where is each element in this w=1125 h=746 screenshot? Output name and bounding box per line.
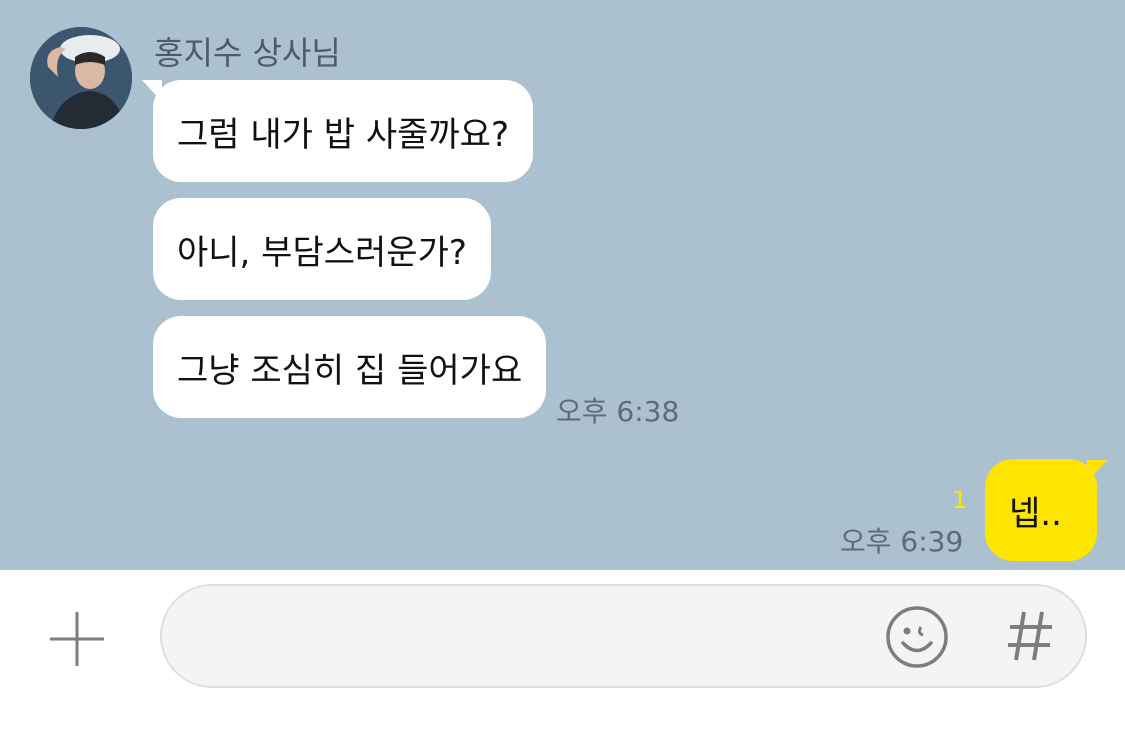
hash-icon bbox=[1008, 611, 1052, 661]
plus-icon bbox=[50, 612, 104, 666]
message-input-box[interactable] bbox=[160, 584, 1087, 688]
message-text: 아니, 부담스러운가? bbox=[177, 232, 467, 273]
outgoing-timestamp: 오후 6:39 bbox=[840, 525, 964, 558]
message-text: 그럼 내가 밥 사줄까요? bbox=[177, 114, 509, 155]
message-input-bar bbox=[0, 570, 1125, 746]
incoming-message-bubble[interactable]: 그럼 내가 밥 사줄까요? bbox=[153, 80, 533, 182]
person-photo-icon bbox=[30, 27, 132, 129]
unread-count: 1 bbox=[952, 486, 968, 514]
emoticon-icon bbox=[886, 606, 948, 668]
incoming-message-bubble[interactable]: 그냥 조심히 집 들어가요 bbox=[153, 316, 547, 418]
message-input[interactable] bbox=[192, 606, 876, 668]
message-text: 넵.. bbox=[1009, 493, 1062, 534]
attach-plus-button[interactable] bbox=[44, 606, 110, 672]
chat-area[interactable]: 홍지수 상사님 그럼 내가 밥 사줄까요? 아니, 부담스러운가? 그냥 조심히… bbox=[0, 0, 1125, 570]
incoming-message-bubble[interactable]: 아니, 부담스러운가? bbox=[153, 198, 491, 300]
emoticon-button[interactable] bbox=[884, 604, 950, 670]
profile-avatar[interactable] bbox=[30, 27, 132, 129]
sender-name: 홍지수 상사님 bbox=[154, 34, 341, 72]
outgoing-message-bubble[interactable]: 넵.. bbox=[985, 459, 1097, 561]
hashtag-search-button[interactable] bbox=[1002, 606, 1058, 666]
incoming-timestamp: 오후 6:38 bbox=[556, 395, 680, 428]
message-text: 그냥 조심히 집 들어가요 bbox=[177, 350, 523, 391]
